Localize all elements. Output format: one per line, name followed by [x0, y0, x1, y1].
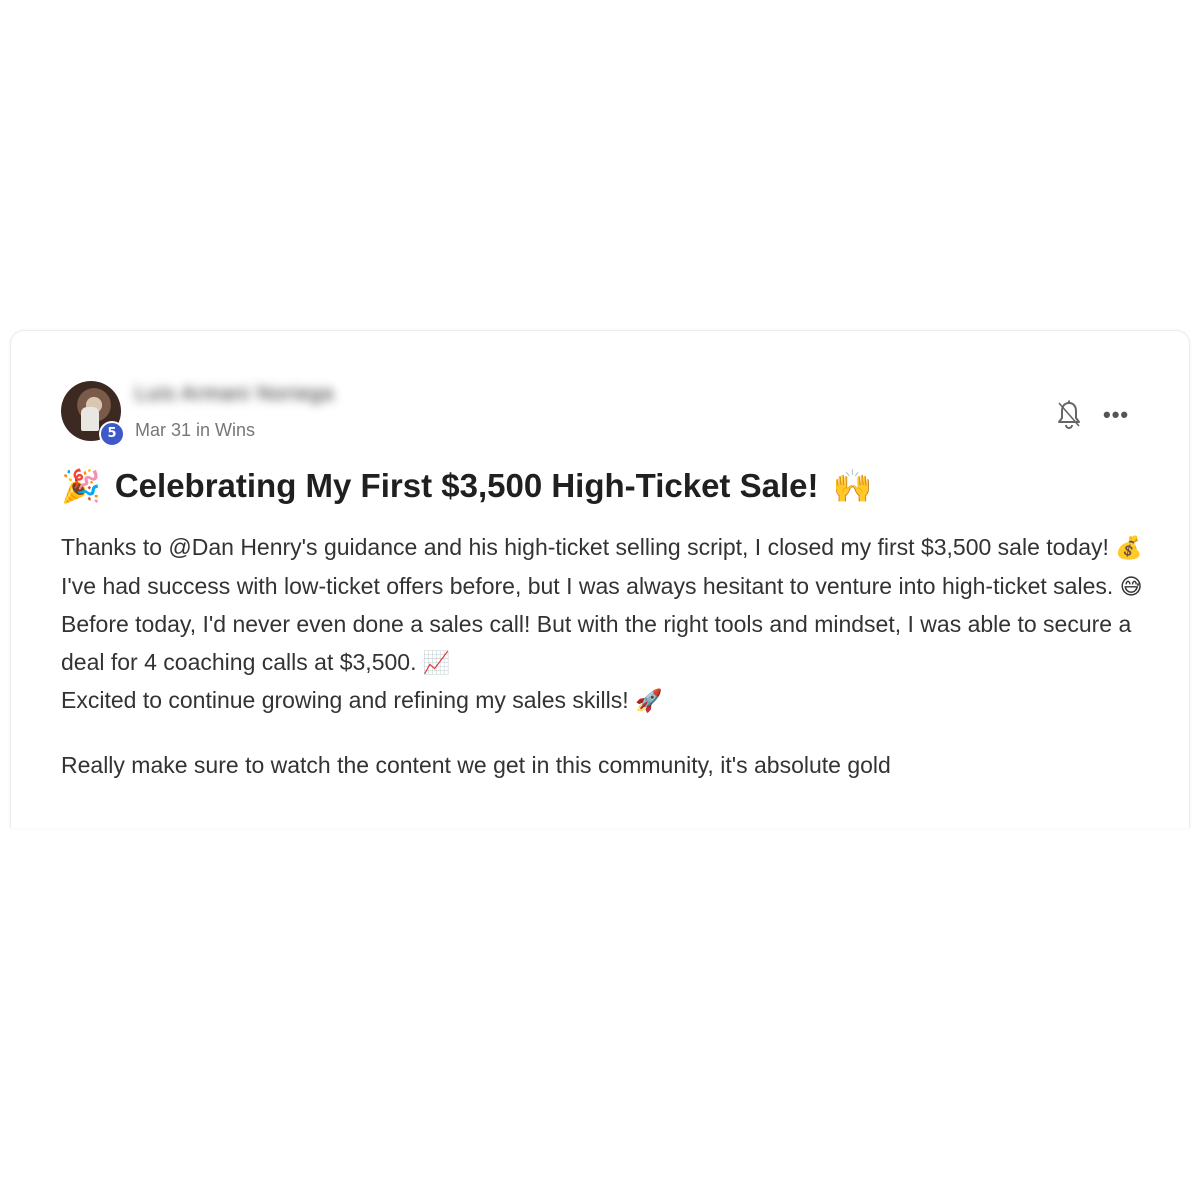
- more-options-icon[interactable]: •••: [1103, 404, 1129, 426]
- post-paragraph-1: Thanks to @Dan Henry's guidance and his …: [61, 529, 1151, 606]
- post-text: Thanks to @Dan Henry's guidance and his …: [61, 534, 1109, 560]
- meta-in-word: in: [196, 420, 211, 440]
- post-meta: Mar 31 in Wins: [135, 420, 255, 441]
- post-body: Thanks to @Dan Henry's guidance and his …: [61, 529, 1151, 784]
- post-title: 🎉 Celebrating My First $3,500 High-Ticke…: [61, 467, 1141, 505]
- post-category-link[interactable]: Wins: [215, 420, 255, 440]
- rocket-icon: 🚀: [635, 689, 663, 714]
- party-popper-icon: 🎉: [61, 467, 101, 505]
- grinning-sweat-icon: 😅: [1119, 574, 1143, 600]
- post-text: I've had success with low-ticket offers …: [61, 572, 1114, 599]
- level-badge: 5: [99, 421, 125, 447]
- post-actions: •••: [1031, 399, 1141, 431]
- post-text: Before today, I'd never even done a sale…: [61, 611, 1132, 675]
- post-card[interactable]: 5 Luis Armani Noriega Mar 31inWins •••: [10, 330, 1190, 828]
- page: 5 Luis Armani Noriega Mar 31inWins •••: [0, 0, 1200, 1200]
- post-paragraph-2: Before today, I'd never even done a sale…: [61, 606, 1151, 682]
- avatar[interactable]: 5: [61, 381, 125, 447]
- post-text: Excited to continue growing and refining…: [61, 687, 629, 713]
- chart-increasing-icon: 📈: [422, 650, 451, 676]
- post-paragraph-4: Really make sure to watch the content we…: [61, 747, 1151, 785]
- post-paragraph-3: Excited to continue growing and refining…: [61, 682, 1151, 721]
- bell-icon[interactable]: [1055, 399, 1083, 431]
- post-date: Mar 31: [135, 420, 192, 440]
- author-name[interactable]: Luis Armani Noriega: [135, 383, 334, 406]
- raising-hands-icon: 🙌: [832, 467, 873, 505]
- post-title-text: Celebrating My First $3,500 High-Ticket …: [114, 467, 819, 504]
- avatar-figure: [81, 407, 99, 431]
- money-bag-icon: 💰: [1115, 536, 1143, 561]
- post-header: 5 Luis Armani Noriega Mar 31 in Wins •••: [61, 381, 1141, 447]
- post-text: Really make sure to watch the content we…: [61, 751, 891, 778]
